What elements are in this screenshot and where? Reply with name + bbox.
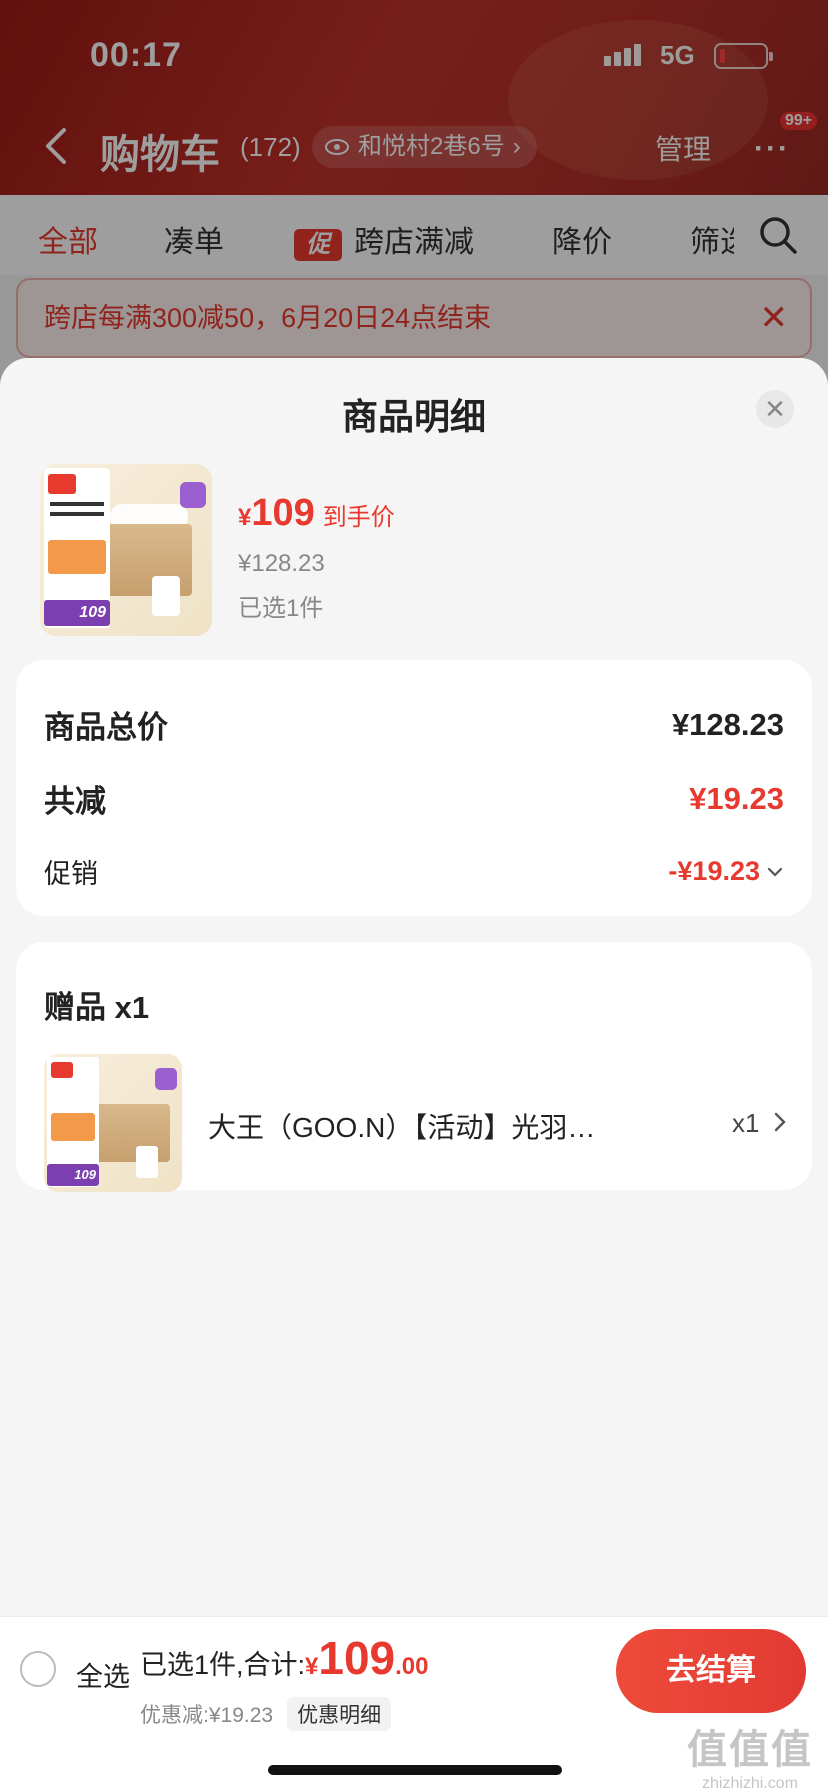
image-decoration <box>136 1146 158 1178</box>
image-decoration <box>155 1068 177 1090</box>
watermark-logo: 值值值 <box>687 1728 813 1772</box>
final-price: ¥109 到手价 <box>238 492 395 535</box>
total-row: 商品总价 ¥128.23 <box>44 702 784 747</box>
gift-card: 赠品 x1 109 大王（GOO.N）【活动】光羽… x1 <box>16 942 812 1192</box>
image-decoration <box>94 1104 170 1162</box>
total-label: 商品总价 <box>44 710 168 745</box>
price-symbol: ¥ <box>238 504 252 531</box>
price-label: 到手价 <box>322 504 395 531</box>
total-integer: 109 <box>318 1632 396 1684</box>
original-price: ¥128.23 <box>238 550 325 577</box>
overlay-dim[interactable] <box>0 0 828 400</box>
gift-name[interactable]: 大王（GOO.N）【活动】光羽… <box>208 1106 638 1146</box>
promo-value-wrap: -¥19.23 <box>668 856 784 887</box>
reduce-label: 共减 <box>44 784 106 819</box>
promo-value: -¥19.23 <box>668 856 760 886</box>
discount-line: 优惠减:¥19.23 优惠明细 <box>140 1697 392 1731</box>
sheet-title: 商品明细 <box>341 396 486 437</box>
checkout-button[interactable]: 去结算 <box>616 1629 806 1713</box>
promo-label: 促销 <box>44 859 98 889</box>
image-price-label: 109 <box>44 600 110 626</box>
total-currency: ¥ <box>305 1653 319 1680</box>
select-all-label[interactable]: 全选 <box>76 1655 130 1694</box>
gift-image-price-label: 109 <box>47 1164 99 1186</box>
selected-count: 已选1件 <box>238 595 324 622</box>
reduce-value: ¥19.23 <box>689 780 784 816</box>
chevron-down-icon <box>767 867 783 877</box>
reduce-row: 共减 ¥19.23 <box>44 776 784 821</box>
image-decoration <box>152 576 180 616</box>
detail-sheet: 商品明细 ✕ 109 ¥109 到手价 ¥128.23 已选1件 商品总价 ¥12… <box>0 358 828 1792</box>
chevron-right-icon[interactable] <box>772 1110 788 1134</box>
gift-image[interactable]: 109 <box>44 1054 182 1192</box>
image-decoration <box>180 482 206 508</box>
discount-detail-button[interactable]: 优惠明细 <box>287 1697 392 1731</box>
discount-text: 优惠减:¥19.23 <box>140 1704 274 1727</box>
watermark-url: zhizhizhi.com <box>701 1775 799 1792</box>
total-value: ¥128.23 <box>671 706 784 742</box>
product-image[interactable]: 109 <box>40 464 212 636</box>
watermark: 值值值 zhizhizhi.com <box>680 1717 820 1792</box>
price-summary-card: 商品总价 ¥128.23 共减 ¥19.23 促销 -¥19.23 <box>16 660 812 916</box>
gift-header: 赠品 x1 <box>44 990 150 1025</box>
gift-quantity: x1 <box>732 1108 760 1138</box>
price-value: 109 <box>251 492 315 534</box>
checkout-bar: 全选 已选1件,合计:¥109.00 优惠减:¥19.23 优惠明细 去结算 值… <box>0 1616 828 1792</box>
summary-text: 已选1件,合计: <box>140 1650 306 1680</box>
close-icon: ✕ <box>764 394 786 424</box>
home-indicator[interactable] <box>268 1765 562 1775</box>
select-all-checkbox[interactable] <box>20 1651 56 1687</box>
close-button[interactable]: ✕ <box>756 390 794 428</box>
total-summary: 已选1件,合计:¥109.00 <box>140 1631 429 1685</box>
total-decimal: .00 <box>395 1653 429 1680</box>
product-summary: 109 ¥109 到手价 ¥128.23 已选1件 <box>40 464 800 636</box>
promo-row[interactable]: 促销 -¥19.23 <box>44 852 784 891</box>
